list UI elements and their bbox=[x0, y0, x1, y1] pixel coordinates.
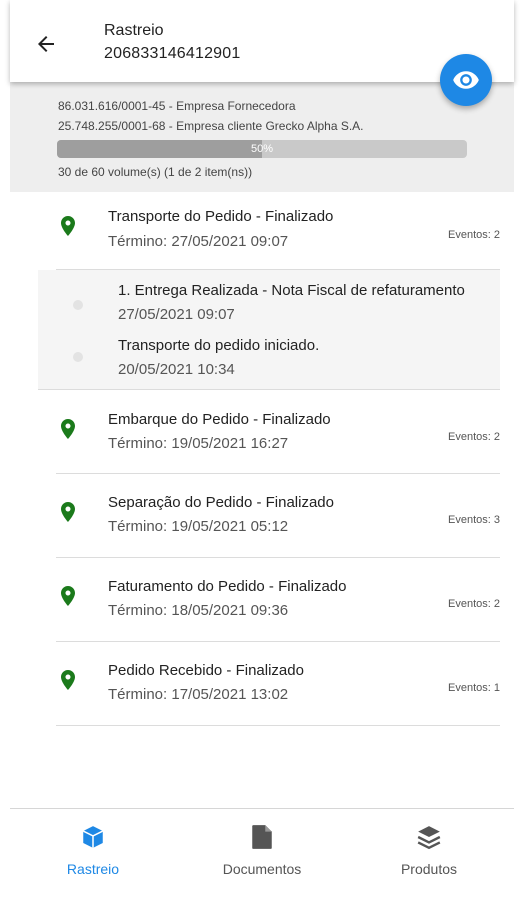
back-button[interactable] bbox=[30, 28, 62, 60]
bottom-navigation: Rastreio Documentos Produtos bbox=[10, 808, 514, 900]
event-dot-icon bbox=[73, 300, 83, 310]
location-pin-icon bbox=[61, 419, 75, 439]
event-title: 1. Entrega Realizada - Nota Fiscal de re… bbox=[118, 282, 465, 299]
event-dot-icon bbox=[73, 352, 83, 362]
order-summary: 86.031.616/0001-45 - Empresa Fornecedora… bbox=[10, 82, 514, 192]
stage-events-count: Eventos: 2 bbox=[448, 431, 500, 443]
nav-tab-documentos[interactable]: Documentos bbox=[197, 823, 327, 877]
nav-label: Rastreio bbox=[66, 861, 120, 877]
stage-item[interactable]: Faturamento do Pedido - Finalizado Térmi… bbox=[56, 558, 500, 642]
stage-item[interactable]: Pedido Recebido - Finalizado Término: 17… bbox=[56, 642, 500, 726]
stage-date: Término: 18/05/2021 09:36 bbox=[108, 602, 289, 619]
stage-item[interactable]: Embarque do Pedido - Finalizado Término:… bbox=[56, 391, 500, 474]
stage-title: Faturamento do Pedido - Finalizado bbox=[108, 578, 347, 595]
tracking-number: 206833146412901 bbox=[104, 45, 241, 62]
stage-item[interactable]: Separação do Pedido - Finalizado Término… bbox=[56, 474, 500, 558]
cube-icon bbox=[82, 826, 104, 848]
event-title: Transporte do pedido iniciado. bbox=[118, 337, 320, 354]
app-bar: Rastreio 206833146412901 bbox=[10, 0, 514, 82]
stage-title: Separação do Pedido - Finalizado bbox=[108, 494, 334, 511]
stage-item[interactable]: Transporte do Pedido - Finalizado Términ… bbox=[56, 192, 500, 270]
stage-date: Término: 27/05/2021 09:07 bbox=[108, 233, 289, 250]
stage-events-panel: 1. Entrega Realizada - Nota Fiscal de re… bbox=[38, 270, 500, 390]
location-pin-icon bbox=[61, 502, 75, 522]
event-date: 27/05/2021 09:07 bbox=[118, 306, 235, 323]
page-title: Rastreio bbox=[104, 22, 164, 39]
location-pin-icon bbox=[61, 216, 75, 236]
layers-icon bbox=[417, 826, 441, 850]
nav-tab-rastreio[interactable]: Rastreio bbox=[28, 823, 158, 877]
stage-title: Transporte do Pedido - Finalizado bbox=[108, 208, 334, 225]
document-icon bbox=[252, 825, 272, 849]
nav-tab-produtos[interactable]: Produtos bbox=[364, 823, 494, 877]
client-info: 25.748.255/0001-68 - Empresa cliente Gre… bbox=[58, 119, 364, 133]
arrow-back-icon bbox=[38, 36, 54, 52]
view-button[interactable] bbox=[440, 54, 492, 106]
eye-icon bbox=[453, 71, 479, 89]
progress-label: 50% bbox=[250, 143, 274, 155]
stage-events-count: Eventos: 3 bbox=[448, 514, 500, 526]
stage-title: Pedido Recebido - Finalizado bbox=[108, 662, 304, 679]
volume-count: 30 de 60 volume(s) (1 de 2 item(ns)) bbox=[58, 165, 253, 179]
stage-date: Término: 17/05/2021 13:02 bbox=[108, 686, 289, 703]
stage-title: Embarque do Pedido - Finalizado bbox=[108, 411, 331, 428]
stage-events-count: Eventos: 2 bbox=[448, 598, 500, 610]
progress-bar: 50% bbox=[57, 140, 467, 158]
event-date: 20/05/2021 10:34 bbox=[118, 361, 235, 378]
location-pin-icon bbox=[61, 586, 75, 606]
app-screen: Rastreio 206833146412901 86.031.616/0001… bbox=[10, 0, 514, 900]
stage-date: Término: 19/05/2021 16:27 bbox=[108, 435, 289, 452]
location-pin-icon bbox=[61, 670, 75, 690]
stage-events-count: Eventos: 1 bbox=[448, 682, 500, 694]
supplier-info: 86.031.616/0001-45 - Empresa Fornecedora bbox=[58, 99, 296, 113]
stage-date: Término: 19/05/2021 05:12 bbox=[108, 518, 289, 535]
nav-label: Produtos bbox=[400, 861, 458, 877]
nav-label: Documentos bbox=[222, 861, 302, 877]
stage-events-count: Eventos: 2 bbox=[448, 229, 500, 241]
